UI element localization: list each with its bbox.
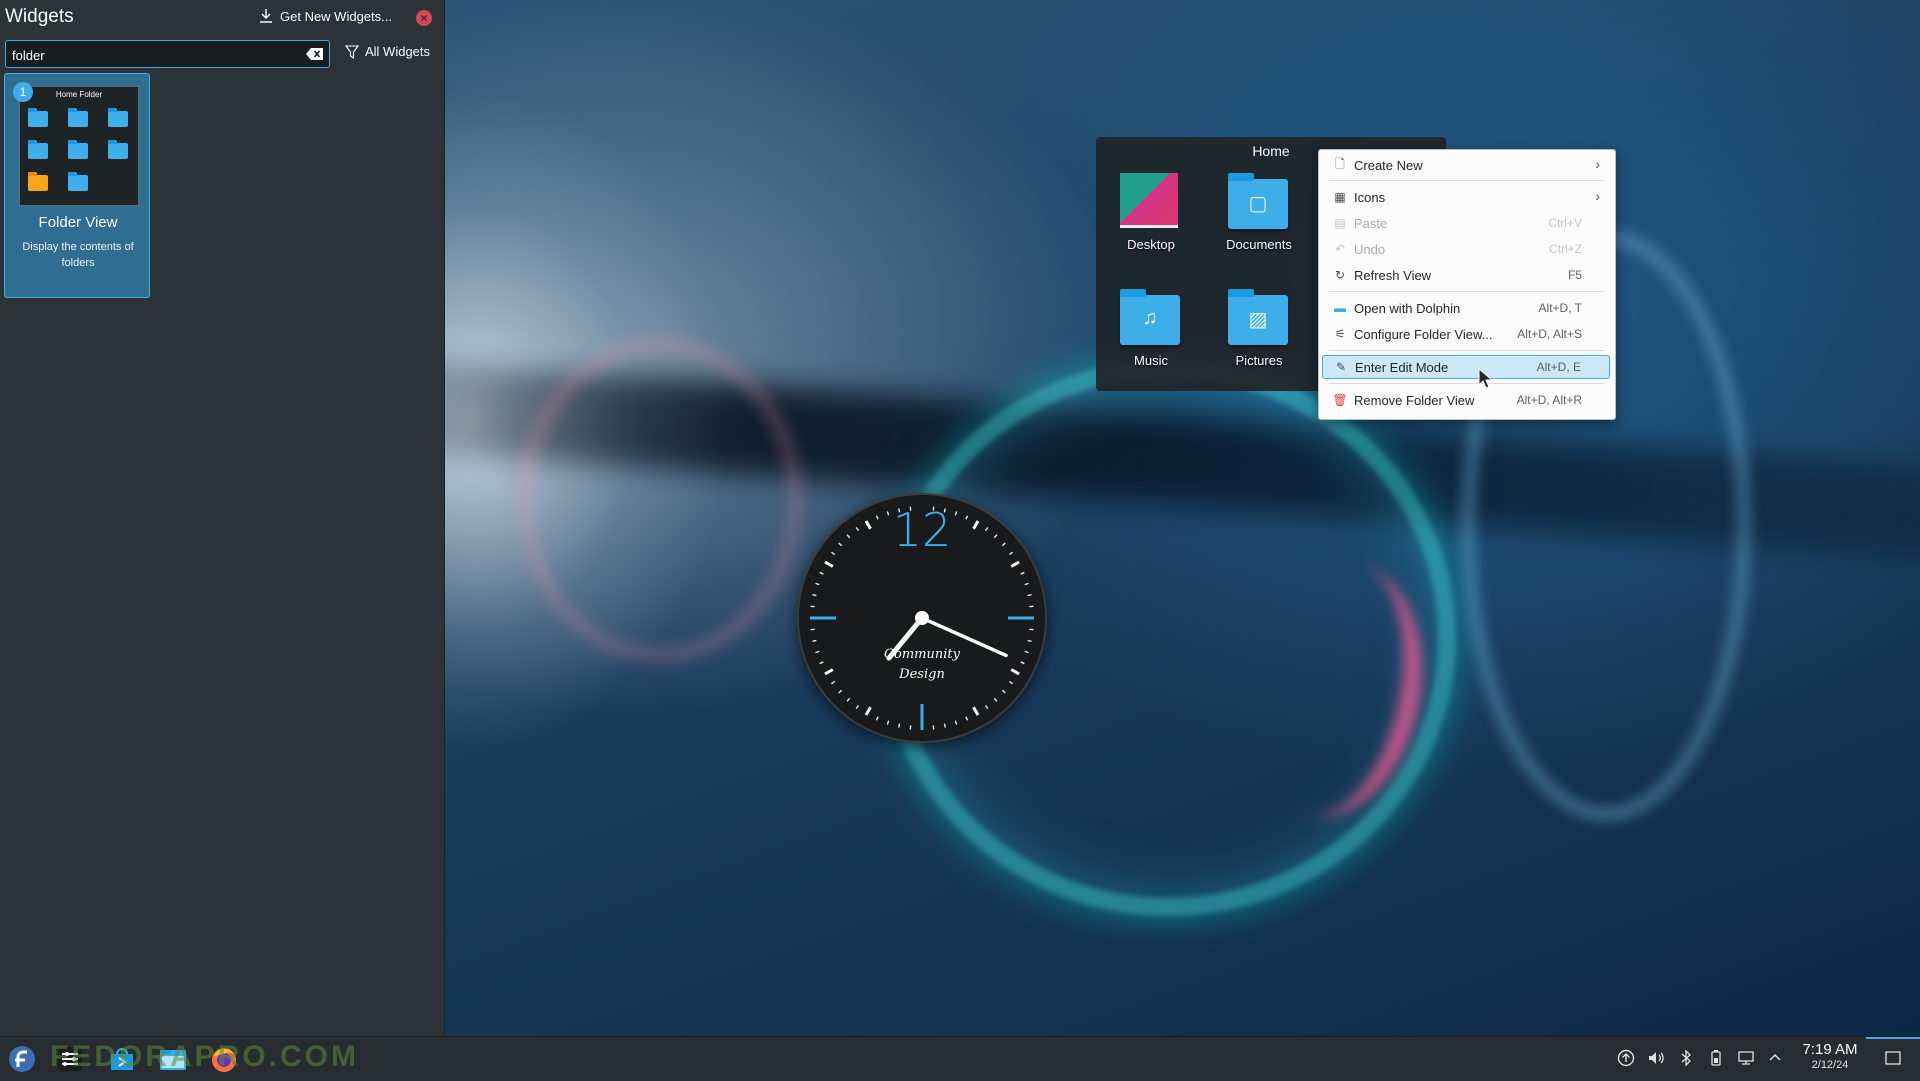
battery-icon[interactable] — [1707, 1049, 1725, 1067]
filter-label: All Widgets — [365, 44, 430, 59]
widget-instance-count-badge: 1 — [13, 82, 33, 102]
menu-item-label: Paste — [1354, 216, 1548, 231]
refresh-icon: ↻ — [1330, 268, 1350, 282]
menu-item-configure-folder-view[interactable]: ⚟ Configure Folder View... Alt+D, Alt+S — [1322, 322, 1610, 346]
category-filter-button[interactable]: All Widgets — [345, 44, 430, 59]
bluetooth-icon[interactable] — [1677, 1049, 1695, 1067]
menu-item-label: Configure Folder View... — [1354, 327, 1517, 342]
download-icon — [258, 8, 274, 24]
trash-icon: 🗑 — [1330, 393, 1350, 407]
clear-search-icon[interactable] — [306, 47, 324, 61]
show-desktop-icon[interactable] — [1884, 1049, 1902, 1067]
menu-item-open-with-dolphin[interactable]: ▬ Open with Dolphin Alt+D, T — [1322, 296, 1610, 320]
preview-folder-icon — [28, 175, 48, 191]
menu-separator — [1329, 180, 1605, 181]
close-panel-icon[interactable]: × — [416, 10, 432, 26]
configure-icon: ⚟ — [1330, 327, 1350, 341]
tray-expand-icon[interactable] — [1766, 1049, 1784, 1067]
application-launcher-icon[interactable] — [7, 1044, 37, 1074]
menu-item-label: Enter Edit Mode — [1355, 360, 1537, 375]
menu-item-remove-folder-view[interactable]: 🗑 Remove Folder View Alt+D, Alt+R — [1322, 388, 1610, 412]
chevron-right-icon: › — [1595, 188, 1600, 204]
folder-view-context-menu: 🗋 Create New › ▦ Icons › ▤ Paste Ctrl+V … — [1318, 149, 1616, 420]
menu-item-shortcut: Alt+D, Alt+S — [1517, 327, 1582, 341]
clock-hands — [799, 495, 1045, 741]
menu-separator — [1329, 383, 1605, 384]
widgets-explorer-panel: Widgets Get New Widgets... × All Widgets… — [0, 0, 445, 1036]
clock-hour-hand — [889, 618, 922, 658]
network-icon[interactable] — [1737, 1049, 1755, 1067]
menu-item-shortcut: Ctrl+V — [1548, 216, 1582, 230]
get-new-widgets-button[interactable]: Get New Widgets... — [258, 8, 392, 24]
updates-icon[interactable] — [1617, 1049, 1635, 1067]
folder-item-label: Documents — [1204, 237, 1314, 252]
menu-item-label: Remove Folder View — [1354, 393, 1517, 408]
folder-item-label: Pictures — [1204, 353, 1314, 368]
menu-item-shortcut: Alt+D, T — [1539, 301, 1582, 315]
pencil-icon: ✎ — [1331, 360, 1351, 374]
taskbar-clock-time[interactable]: 7:19 AM — [1795, 1041, 1865, 1058]
menu-item-shortcut: Alt+D, Alt+R — [1517, 393, 1582, 407]
desktop-folder-icon — [1120, 173, 1178, 228]
preview-title: Home Folder — [20, 90, 138, 99]
menu-item-label: Undo — [1354, 242, 1549, 257]
site-watermark: FEDORAPRO.COM — [50, 1036, 359, 1080]
wallpaper-ring-left — [520, 340, 800, 660]
chevron-right-icon: › — [1595, 156, 1600, 172]
undo-icon: ↶ — [1330, 242, 1350, 256]
mouse-cursor-icon — [1478, 368, 1494, 390]
preview-folder-icon — [28, 111, 48, 127]
folder-item-label: Music — [1096, 353, 1206, 368]
menu-item-shortcut: F5 — [1568, 268, 1582, 282]
taskbar-clock-date[interactable]: 2/12/24 — [1795, 1059, 1865, 1071]
widget-search-field[interactable] — [5, 40, 330, 68]
music-folder-icon: ♫ — [1120, 295, 1180, 345]
view-grid-icon: ▦ — [1330, 190, 1350, 204]
clock-minute-hand — [922, 618, 1006, 655]
documents-folder-icon: ▢ — [1228, 179, 1288, 229]
widget-card-folder-view[interactable]: Home Folder 1 Folder View Display the co… — [4, 73, 150, 298]
menu-item-icons[interactable]: ▦ Icons › — [1322, 185, 1610, 209]
menu-separator — [1329, 350, 1605, 351]
menu-item-label: Refresh View — [1354, 268, 1568, 283]
preview-folder-icon — [108, 143, 128, 159]
analog-clock-widget[interactable]: 12 Community Design — [797, 493, 1047, 743]
menu-item-label: Create New — [1354, 158, 1610, 173]
folder-item-label: Desktop — [1096, 237, 1206, 252]
clock-center-cap — [915, 611, 929, 625]
preview-folder-icon — [28, 143, 48, 159]
menu-separator — [1329, 291, 1605, 292]
menu-item-enter-edit-mode[interactable]: ✎ Enter Edit Mode Alt+D, E — [1322, 355, 1610, 379]
widget-description: Display the contents of folders — [13, 239, 143, 271]
widget-preview: Home Folder — [19, 86, 139, 206]
menu-item-refresh-view[interactable]: ↻ Refresh View F5 — [1322, 263, 1610, 287]
menu-item-label: Icons — [1354, 190, 1610, 205]
menu-item-shortcut: Ctrl+Z — [1549, 242, 1582, 256]
dolphin-folder-icon: ▬ — [1330, 301, 1350, 315]
paste-icon: ▤ — [1330, 216, 1350, 230]
filter-icon — [345, 45, 359, 59]
preview-folder-icon — [68, 111, 88, 127]
preview-folder-icon — [68, 175, 88, 191]
menu-item-undo[interactable]: ↶ Undo Ctrl+Z — [1322, 237, 1610, 261]
document-new-icon: 🗋 — [1330, 155, 1350, 176]
pictures-folder-icon: ▨ — [1228, 295, 1288, 345]
widget-search-input[interactable] — [10, 44, 304, 66]
widget-name: Folder View — [5, 214, 151, 231]
panel-title: Widgets — [5, 6, 74, 28]
get-new-widgets-label: Get New Widgets... — [280, 9, 392, 24]
preview-folder-icon — [108, 111, 128, 127]
show-desktop-indicator — [1866, 1037, 1920, 1039]
menu-item-label: Open with Dolphin — [1354, 301, 1539, 316]
menu-item-create-new[interactable]: 🗋 Create New › — [1322, 153, 1610, 177]
menu-item-paste[interactable]: ▤ Paste Ctrl+V — [1322, 211, 1610, 235]
menu-item-shortcut: Alt+D, E — [1537, 360, 1581, 374]
volume-icon[interactable] — [1647, 1049, 1665, 1067]
preview-folder-icon — [68, 143, 88, 159]
